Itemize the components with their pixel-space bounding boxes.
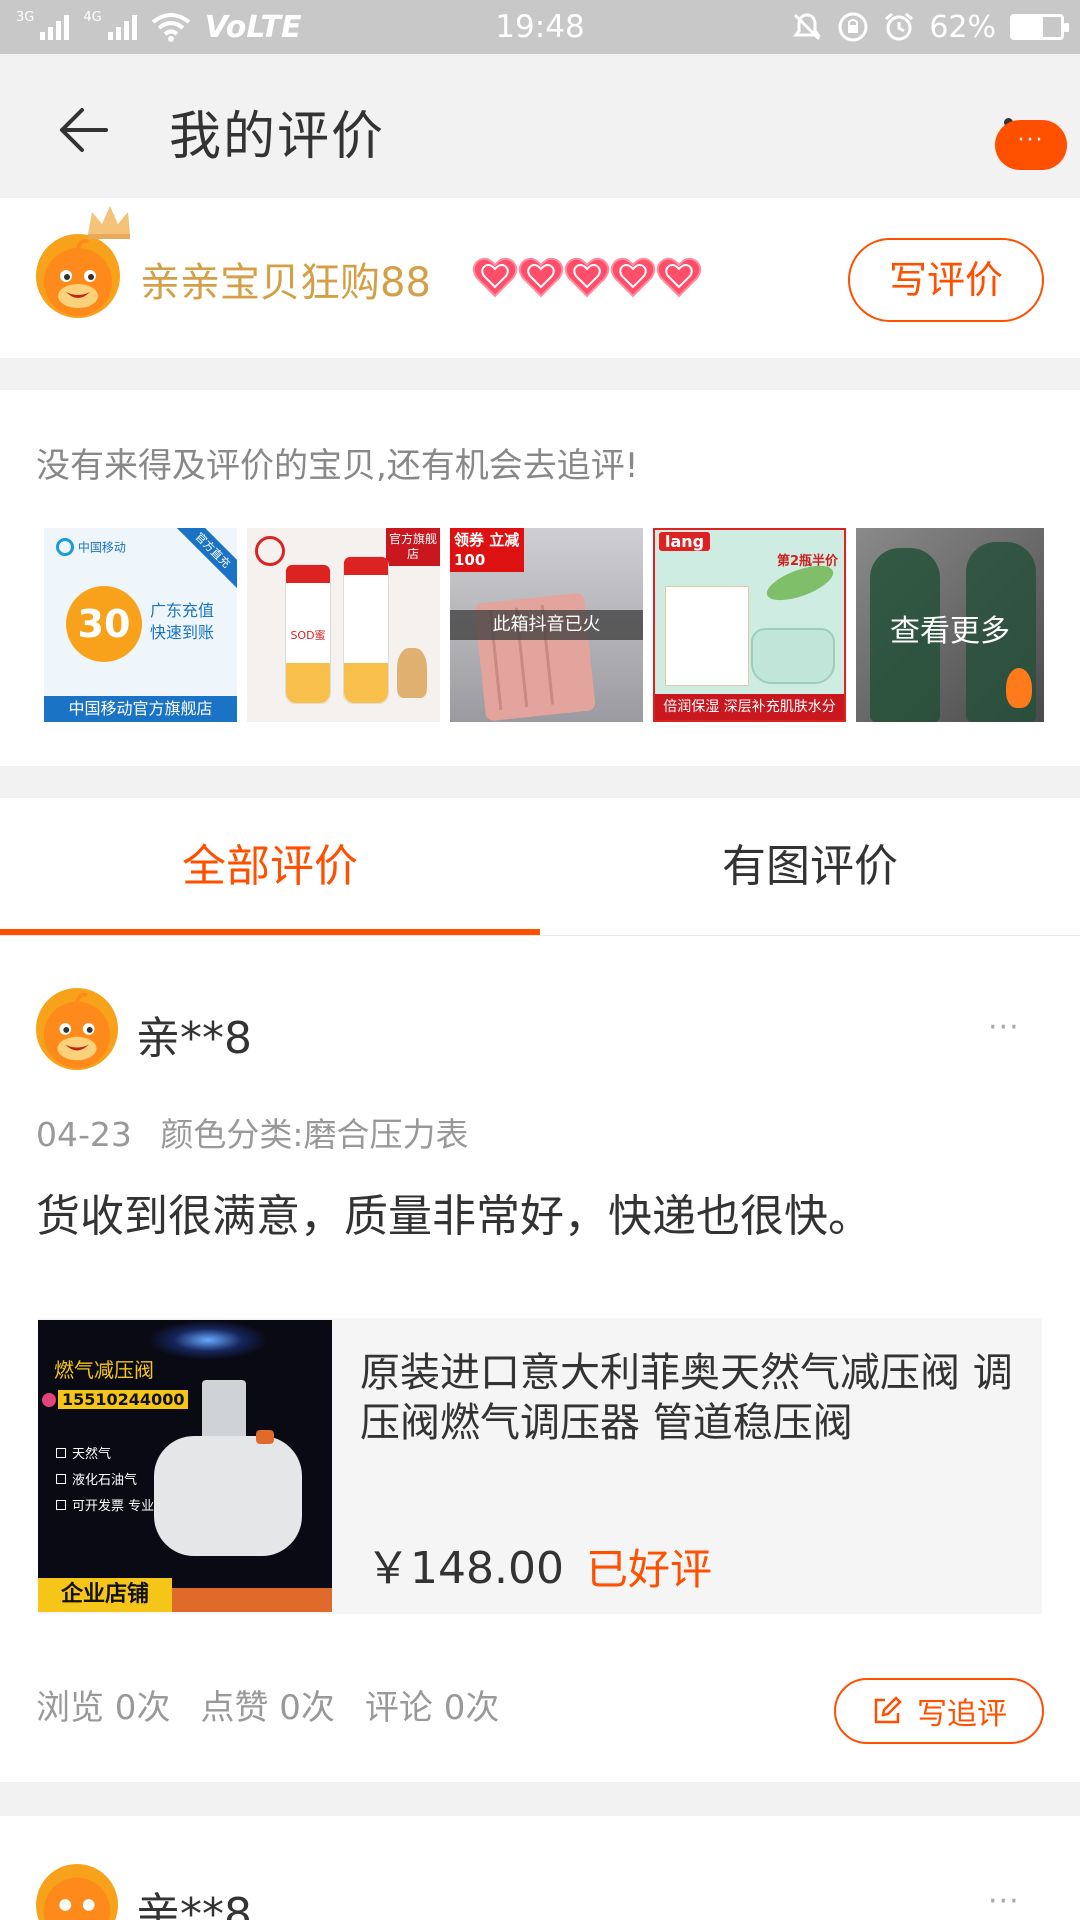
network-3g-label: 3G [16,9,35,25]
view-more-button[interactable]: 查看更多 [856,528,1044,722]
review-card: 亲**8 ··· [0,1816,1080,1920]
wifi-icon [151,13,190,42]
tab-all-reviews[interactable]: 全部评价 [0,798,540,936]
alarm-icon [885,12,914,41]
tab-active-indicator [0,929,540,935]
tab-image-reviews[interactable]: 有图评价 [540,798,1080,936]
product-box [665,586,749,686]
review-sku: 颜色分类:磨合压力表 [160,1115,469,1154]
signal-icon-2 [107,14,137,40]
review-more-button[interactable]: ··· [988,1010,1020,1045]
heart-icon [610,257,656,298]
pending-item-suitcase[interactable]: 领券 立减100 此箱抖音已火 [450,528,643,722]
bottle-left: SOD蜜 [285,564,331,704]
username: 亲亲宝贝狂购88 [140,260,431,306]
thumb-amount-badge: 30 [66,586,142,662]
reviewed-product[interactable]: 燃气减压阀 15510244000 天然气 液化石油气 可开发票 专业指导 企业… [38,1318,1042,1614]
thumb-caption: 中国移动官方旗舰店 [44,696,237,722]
heart-icon [564,257,610,298]
store-stripe [172,1588,332,1612]
review-meta: 04-23 颜色分类:磨合压力表 [36,1108,469,1156]
light-flare [148,1320,268,1360]
thumb-banner: 此箱抖音已火 [450,610,643,640]
bottle-right [343,556,389,704]
ginseng-decor [397,648,427,698]
thumb-tag: 官方直充 [171,528,237,592]
signal-icon [40,14,70,40]
status-right: 62% [791,9,1069,45]
arrow-left-icon [60,108,108,152]
pending-item-sod-lotion[interactable]: 官方旗舰店 SOD蜜 [247,528,440,722]
back-button[interactable] [54,100,114,160]
mascot-face-icon [43,1877,111,1920]
review-stats: 浏览 0次 点赞 0次 评论 0次 [36,1680,499,1729]
thumb-subtext: 广东充值 快速到账 [150,601,215,642]
battery-percent: 62% [929,9,996,45]
store-badge: 企业店铺 [38,1578,172,1612]
thumb-caption: 倍润保湿 深层补充肌肤水分 [655,694,844,720]
write-review-button[interactable]: 写评价 [848,238,1044,322]
mascot-face-icon [43,992,111,1069]
message-badge[interactable]: ··· [995,120,1067,170]
status-left: 3G 4G VoLTE [16,10,301,45]
credit-hearts [472,256,702,298]
product-price: ￥148.00 [366,1543,564,1594]
brand-logo-icon [255,536,285,566]
review-tabs: 全部评价 有图评价 [0,798,1080,936]
thumb-tag: 领券 立减100 [450,528,524,572]
reviewer-avatar[interactable] [36,1864,118,1920]
avatar [36,234,120,318]
pending-review-section: 没有来得及评价的宝贝,还有机会去追评! 中国移动 官方直充 30 广东充值 快速… [0,390,1080,766]
china-mobile-logo: 中国移动 [56,538,146,570]
user-card: 亲亲宝贝狂购88 写评价 [0,198,1080,358]
followup-label: 写追评 [917,1697,1007,1732]
page-title: 我的评价 [169,107,386,167]
cream-jar [751,628,835,684]
comments-count: 评论 0次 [364,1688,500,1728]
thumb-amount: 30 [77,602,131,646]
battery-fill [1013,17,1043,37]
pending-thumbnails: 中国移动 官方直充 30 广东充值 快速到账 中国移动官方旗舰店 官方旗舰店 S… [44,528,1044,722]
review-card: 亲**8 ··· 04-23 颜色分类:磨合压力表 货收到很满意，质量非常好，快… [0,936,1080,1782]
mute-icon [793,13,822,41]
mascot-face-icon [44,238,112,316]
lock-rotation-icon [838,12,868,42]
likes-count: 点赞 0次 [200,1688,335,1728]
regulator-shape [148,1380,308,1570]
thumb-tag: 官方旗舰店 [386,528,440,566]
status-bar: 3G 4G VoLTE 19:48 62% [0,0,1080,54]
product-image-title: 燃气减压阀 [54,1358,154,1382]
app-header: 我的评价 ··· [0,54,1080,198]
heart-icon [656,257,702,298]
brand-label: lang [659,532,711,551]
network-4g-label: 4G [83,9,102,25]
reviewer-name: 亲**8 [136,1889,252,1920]
review-more-button[interactable]: ··· [988,1884,1020,1919]
review-text: 货收到很满意，质量非常好，快递也很快。 [36,1191,872,1242]
views-count: 浏览 0次 [36,1688,171,1728]
view-more-label: 查看更多 [890,614,1010,649]
bottle-label: SOD蜜 [290,629,326,642]
phone-icon [42,1392,56,1407]
write-followup-button[interactable]: 写追评 [834,1678,1044,1744]
product-image: 燃气减压阀 15510244000 天然气 液化石油气 可开发票 专业指导 企业… [38,1320,332,1612]
battery-icon [1010,14,1069,40]
flame-decor [1006,668,1032,708]
pending-item-skincare[interactable]: lang 第2瓶半价 倍润保湿 深层补充肌肤水分 [653,528,846,722]
edit-icon [874,1696,902,1724]
pending-title: 没有来得及评价的宝贝,还有机会去追评! [36,446,639,486]
review-date: 04-23 [36,1115,132,1154]
reviewer-name: 亲**8 [136,1013,252,1064]
heart-icon [518,257,564,298]
pending-item-mobile-recharge[interactable]: 中国移动 官方直充 30 广东充值 快速到账 中国移动官方旗舰店 [44,528,237,722]
crown-icon [88,206,130,239]
review-status: 已好评 [586,1545,713,1594]
heart-icon [472,257,518,298]
volte-label: VoLTE [204,9,302,45]
reviewer-avatar[interactable] [36,988,118,1070]
user-avatar[interactable] [36,206,130,318]
product-title: 原装进口意大利菲奥天然气减压阀 调压阀燃气调压器 管道稳压阀 [360,1350,1013,1446]
